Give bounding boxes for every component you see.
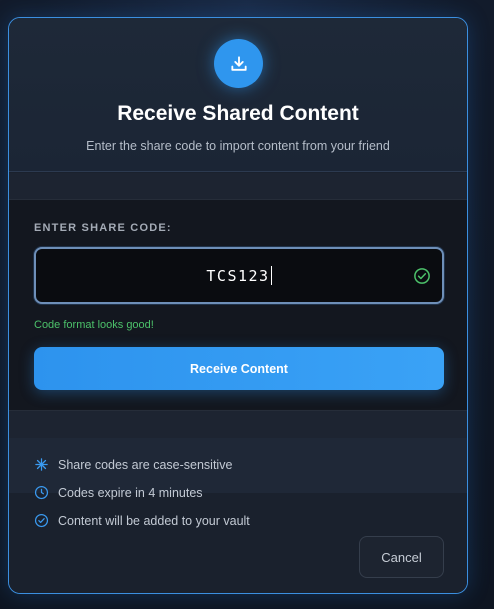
info-item-vault: Content will be added to your vault [34,513,250,528]
info-item-label: Codes expire in 4 minutes [58,485,203,500]
info-item-case-sensitive: Share codes are case-sensitive [34,457,232,472]
asterisk-icon [35,458,48,471]
clock-icon [34,485,49,500]
share-code-label: ENTER SHARE CODE: [34,222,172,234]
check-circle-icon [414,268,430,284]
dialog-subtitle: Enter the share code to import content f… [86,139,390,153]
share-code-form: ENTER SHARE CODE: TCS123 Code format loo… [9,199,467,411]
dialog-title: Receive Shared Content [117,102,359,125]
dialog-header: Receive Shared Content Enter the share c… [9,18,467,172]
share-code-input[interactable]: TCS123 [34,247,444,304]
info-item-label: Content will be added to your vault [58,513,250,528]
form-divider-band [9,411,467,438]
validation-hint: Code format looks good! [34,319,154,331]
receive-share-dialog: Receive Shared Content Enter the share c… [8,17,468,594]
receive-content-button[interactable]: Receive Content [34,347,444,390]
text-caret [270,266,272,285]
check-circle-icon [34,513,49,528]
header-divider-band [9,173,467,199]
info-item-label: Share codes are case-sensitive [58,457,233,472]
download-icon [214,39,263,88]
info-section: Share codes are case-sensitive Codes exp… [9,438,467,593]
info-item-expiry: Codes expire in 4 minutes [34,485,203,500]
share-code-value: TCS123 [206,266,270,285]
cancel-button[interactable]: Cancel [359,536,444,578]
